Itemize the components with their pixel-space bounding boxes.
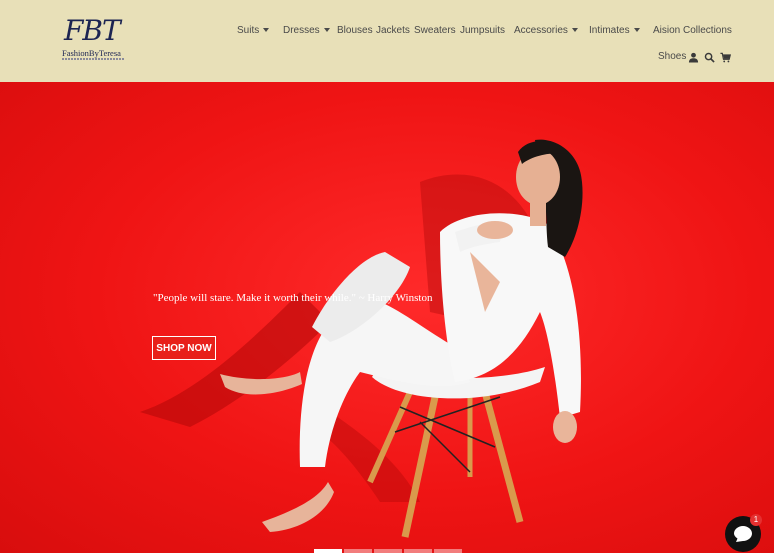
- nav-item-sweaters[interactable]: Sweaters: [414, 24, 456, 40]
- nav-item-label: Suits: [237, 25, 260, 36]
- caret-down-icon: [571, 28, 578, 33]
- nav-item-label: Blouses: [337, 25, 373, 36]
- nav-item-label: Intimates: [589, 25, 630, 36]
- nav-item-suits[interactable]: Suits: [237, 24, 270, 40]
- caret-down-icon: [263, 28, 270, 33]
- nav-item-label: Jackets: [376, 25, 410, 36]
- slider-dot-4[interactable]: [404, 549, 432, 553]
- slider-dot-5[interactable]: [434, 549, 462, 553]
- account-icon[interactable]: [688, 52, 699, 63]
- search-icon[interactable]: [704, 52, 715, 63]
- nav-item-label: Dresses: [283, 25, 320, 36]
- caret-down-icon: [323, 28, 330, 33]
- slider-dot-2[interactable]: [344, 549, 372, 553]
- cart-icon[interactable]: [720, 52, 731, 63]
- nav-item-intimates[interactable]: Intimates: [589, 24, 640, 40]
- nav-item-label: Jumpsuits: [460, 25, 506, 36]
- site-header: FBT FashionByTeresa Suits Dresses Blouse…: [0, 0, 774, 82]
- chat-bubble-icon: [734, 526, 752, 542]
- hero-banner[interactable]: "People will stare. Make it worth their …: [0, 82, 774, 553]
- nav-item-dresses[interactable]: Dresses: [283, 24, 330, 40]
- slider-dot-1[interactable]: [314, 549, 342, 553]
- nav-item-label: Shoes: [658, 51, 687, 62]
- chat-notification-badge: 1: [750, 514, 762, 526]
- nav-item-shoes[interactable]: Shoes: [658, 50, 686, 66]
- nav-item-jumpsuits[interactable]: Jumpsuits: [460, 24, 505, 40]
- nav-item-jackets[interactable]: Jackets: [376, 24, 410, 40]
- header-utility-row: Shoes: [0, 50, 774, 66]
- nav-item-blouses[interactable]: Blouses: [337, 24, 373, 40]
- hero-model-image: [140, 139, 583, 538]
- nav-item-label: Sweaters: [414, 25, 456, 36]
- shop-now-button[interactable]: SHOP NOW: [152, 336, 216, 360]
- nav-item-label: Accessories: [514, 25, 568, 36]
- nav-item-accessories[interactable]: Accessories: [514, 24, 578, 40]
- hero-quote: "People will stare. Make it worth their …: [153, 292, 433, 304]
- nav-item-label: Aision Collections: [653, 25, 732, 36]
- nav-item-aision-collections[interactable]: Aision Collections: [653, 24, 732, 40]
- slider-dot-3[interactable]: [374, 549, 402, 553]
- main-nav: Suits Dresses Blouses Jackets Sweaters J…: [0, 24, 774, 40]
- caret-down-icon: [633, 28, 640, 33]
